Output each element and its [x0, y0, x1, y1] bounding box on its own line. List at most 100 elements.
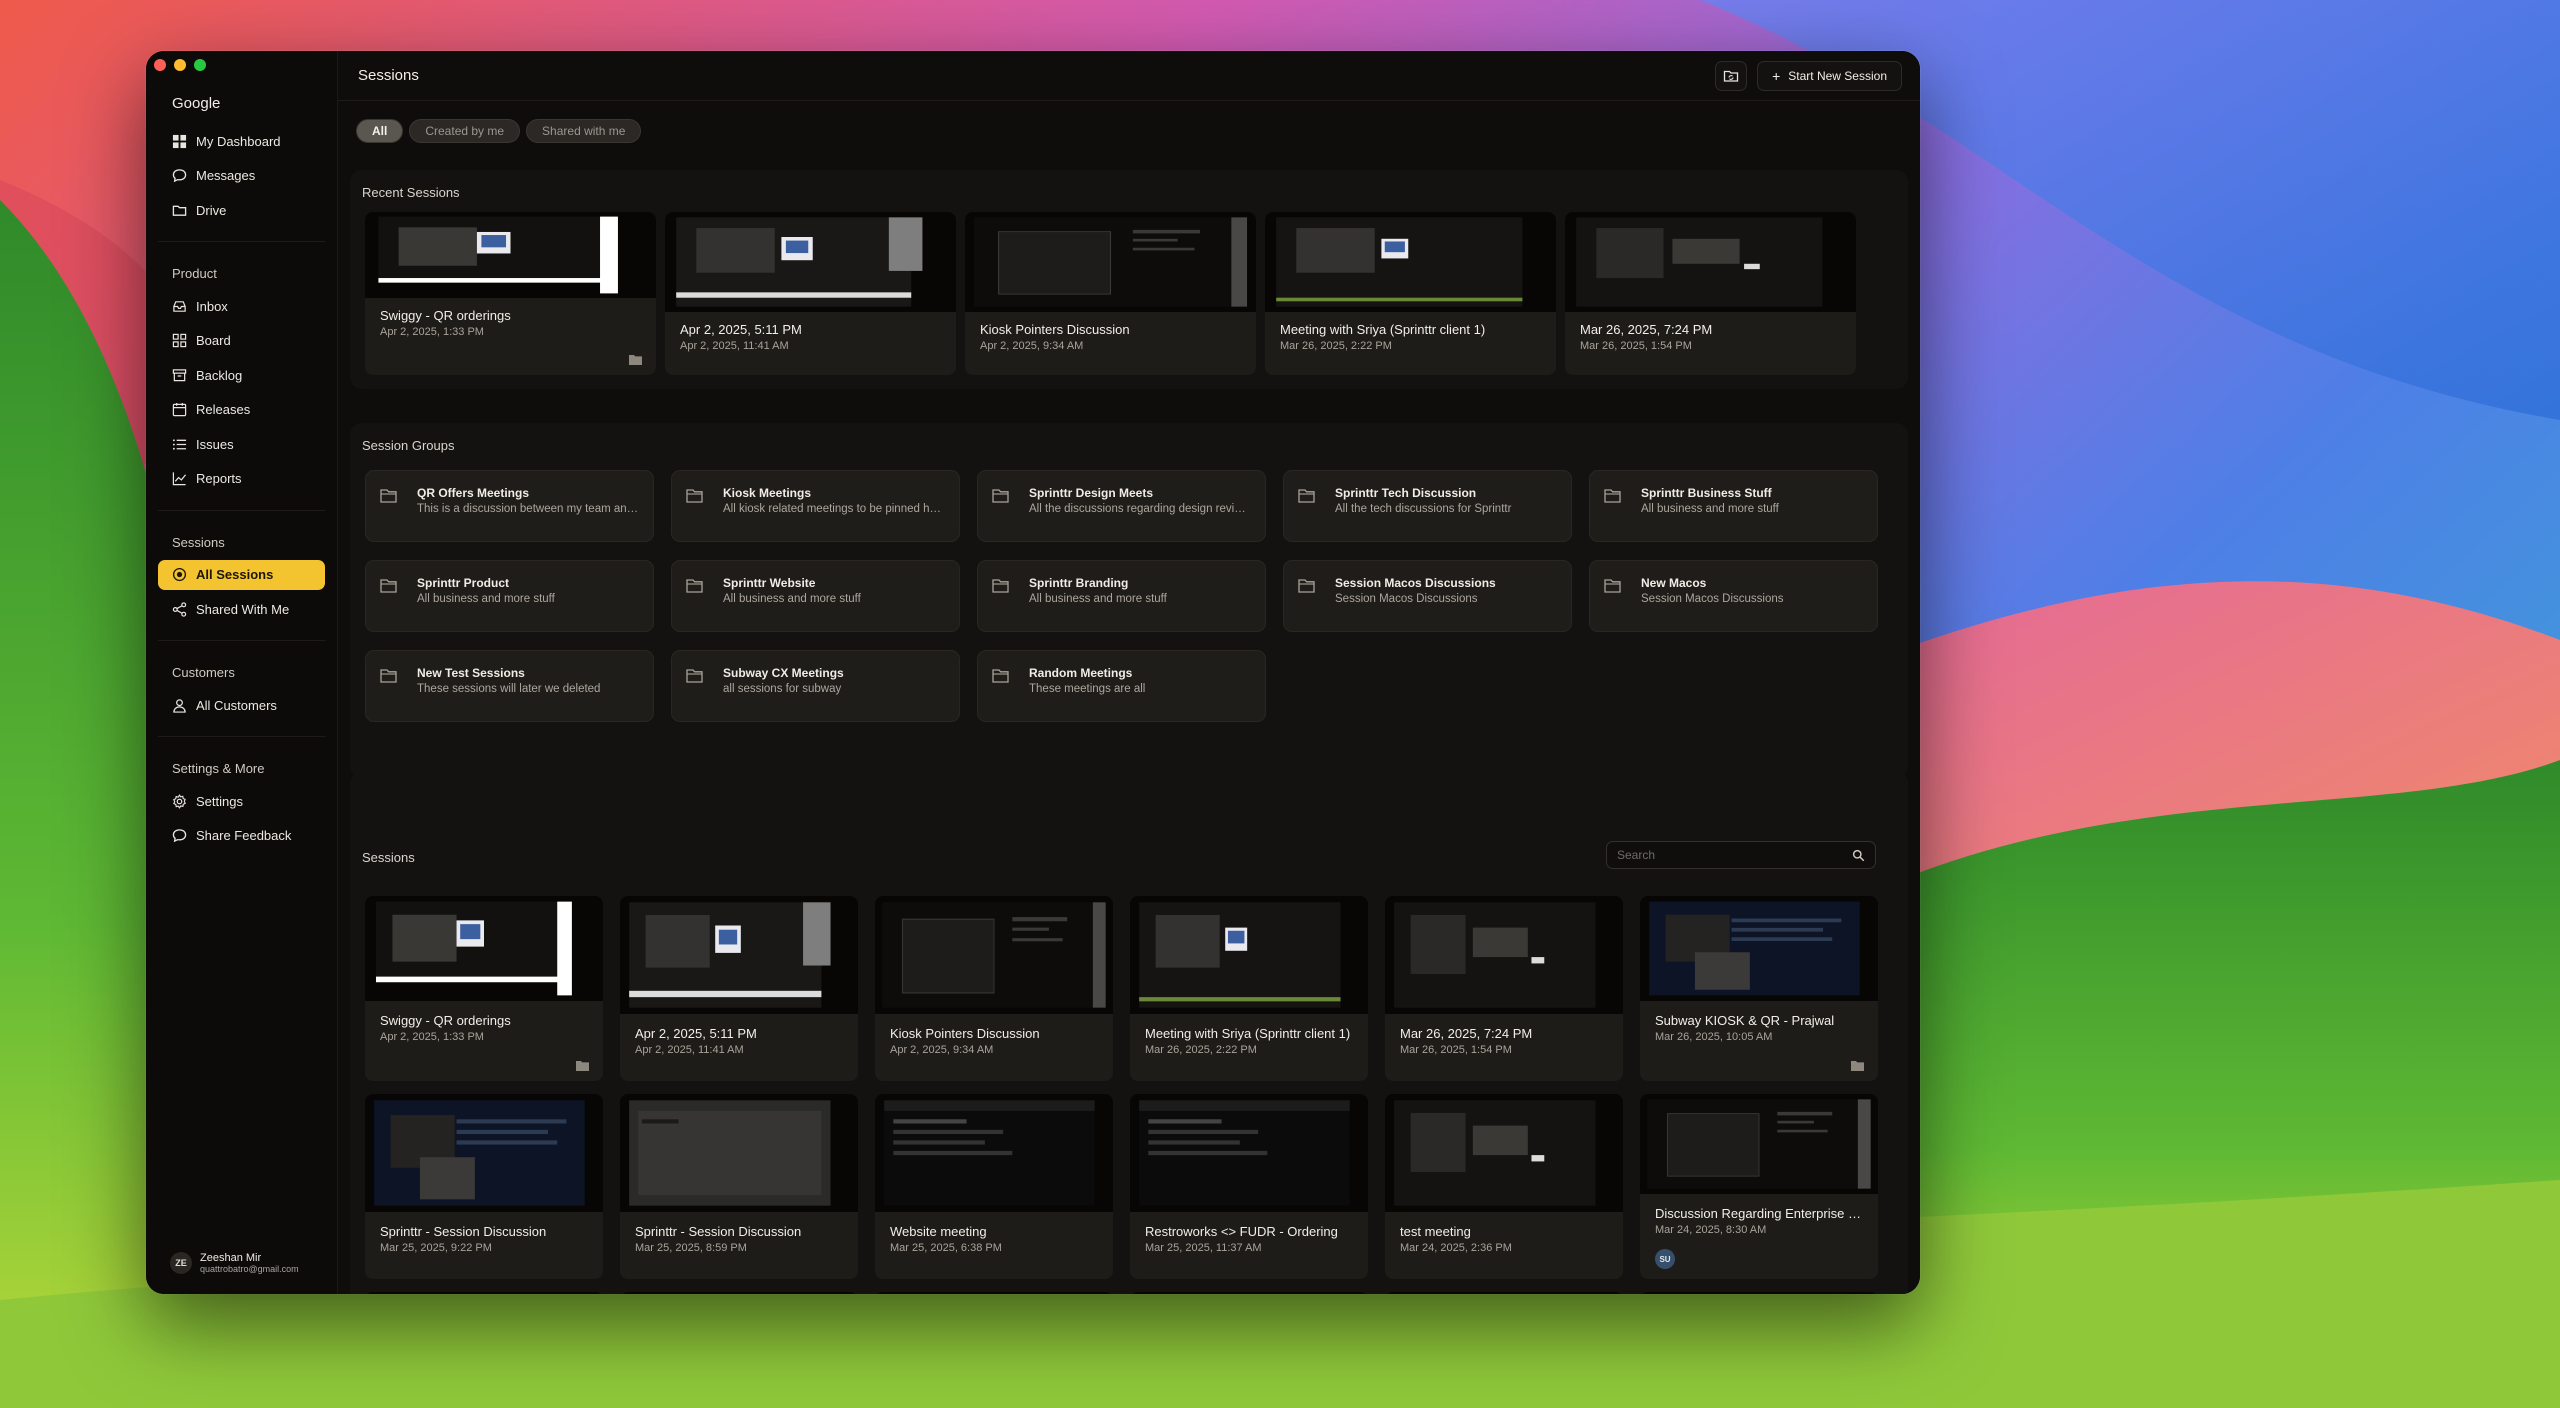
session-card[interactable]: Subway KIOSK & QR - Prajwal Mar 26, 2025,… — [1640, 896, 1878, 1081]
sidebar-item-label: Backlog — [196, 367, 243, 383]
session-title: Apr 2, 2025, 5:11 PM — [635, 1026, 757, 1041]
sidebar-item-label: My Dashboard — [196, 133, 281, 149]
sidebar-item-label: Reports — [196, 471, 242, 486]
sidebar-item-settings[interactable]: Settings — [158, 786, 325, 816]
recent-sessions-title: Recent Sessions — [362, 185, 460, 200]
session-thumbnail — [1265, 212, 1556, 312]
session-date: Apr 2, 2025, 9:34 AM — [890, 1044, 994, 1056]
session-group-card[interactable]: Sprinttr Product All business and more st… — [365, 560, 654, 632]
search-icon — [1852, 849, 1865, 861]
folder-icon — [992, 489, 1009, 503]
session-group-card[interactable]: Session Macos Discussions Session Macos D… — [1283, 560, 1572, 632]
session-group-card[interactable]: Random Meetings These meetings are all — [977, 650, 1266, 722]
filter-all[interactable]: All — [356, 119, 404, 143]
session-card[interactable]: test meeting Mar 24, 2025, 2:36 PM — [1385, 1094, 1623, 1279]
group-name: Sprinttr Business Stuff — [1641, 486, 1772, 500]
sidebar-item-shared-with-me[interactable]: Shared With Me — [158, 594, 325, 624]
session-card[interactable] — [875, 1292, 1113, 1294]
session-group-card[interactable]: New Test Sessions These sessions will lat… — [365, 650, 654, 722]
session-date: Mar 25, 2025, 9:22 PM — [380, 1242, 492, 1254]
session-card[interactable]: Restroworks <> FUDR - Ordering Mar 25, 20… — [1130, 1094, 1368, 1279]
sidebar-item-inbox[interactable]: Inbox — [158, 291, 325, 321]
session-card[interactable]: Mar 26, 2025, 7:24 PM Mar 26, 2025, 1:54 … — [1385, 896, 1623, 1081]
group-description: All kiosk related meetings to be pinned … — [723, 503, 945, 515]
sidebar-item-releases[interactable]: Releases — [158, 395, 325, 425]
group-description: all sessions for subway — [723, 683, 842, 695]
recent-session-card[interactable]: Apr 2, 2025, 5:11 PM Apr 2, 2025, 11:41 A… — [665, 212, 956, 375]
search-input[interactable] — [1617, 848, 1817, 862]
session-group-card[interactable]: Sprinttr Tech Discussion All the tech dis… — [1283, 470, 1572, 542]
session-group-card[interactable]: Subway CX Meetings all sessions for subwa… — [671, 650, 960, 722]
session-date: Apr 2, 2025, 9:34 AM — [980, 340, 1084, 352]
session-card[interactable]: Website meeting Mar 25, 2025, 6:38 PM — [875, 1094, 1113, 1279]
close-window-button[interactable] — [154, 59, 166, 71]
session-card[interactable]: Apr 2, 2025, 5:11 PM Apr 2, 2025, 11:41 A… — [620, 896, 858, 1081]
session-card[interactable] — [1385, 1292, 1623, 1294]
section-title-customers: Customers — [172, 665, 235, 680]
session-group-card[interactable]: Kiosk Meetings All kiosk related meetings… — [671, 470, 960, 542]
session-card[interactable]: Sprinttr - Session Discussion Mar 25, 202… — [365, 1094, 603, 1279]
sidebar-item-board[interactable]: Board — [158, 326, 325, 356]
session-card[interactable] — [1130, 1292, 1368, 1294]
session-card[interactable]: Sprinttr - Session Discussion Mar 25, 202… — [620, 1094, 858, 1279]
session-thumbnail — [1565, 212, 1856, 312]
session-card[interactable]: Discussion Regarding Enterprise Sales Mar… — [1640, 1094, 1878, 1279]
sidebar-item-all-customers[interactable]: All Customers — [158, 690, 325, 720]
session-date: Mar 25, 2025, 11:37 AM — [1145, 1242, 1262, 1254]
sidebar-item-all-sessions[interactable]: All Sessions — [158, 559, 325, 590]
session-card[interactable]: Kiosk Pointers Discussion Apr 2, 2025, 9:… — [875, 896, 1113, 1081]
recent-session-card[interactable]: Mar 26, 2025, 7:24 PM Mar 26, 2025, 1:54 … — [1565, 212, 1856, 375]
session-thumbnail — [365, 1292, 603, 1294]
sidebar-item-messages[interactable]: Messages — [158, 161, 325, 191]
recent-session-card[interactable]: Swiggy - QR orderings Apr 2, 2025, 1:33 P… — [365, 212, 656, 375]
sidebar-item-dashboard[interactable]: My Dashboard — [158, 126, 325, 156]
session-card[interactable]: Meeting with Sriya (Sprinttr client 1) Ma… — [1130, 896, 1368, 1081]
sidebar-item-label: Releases — [196, 402, 251, 417]
session-card[interactable] — [620, 1292, 858, 1294]
session-title: Kiosk Pointers Discussion — [980, 322, 1130, 337]
recent-session-card[interactable]: Meeting with Sriya (Sprinttr client 1) Ma… — [1265, 212, 1556, 375]
session-group-card[interactable]: Sprinttr Branding All business and more s… — [977, 560, 1266, 632]
sidebar-item-issues[interactable]: Issues — [158, 429, 325, 459]
sidebar-item-label: Drive — [196, 202, 227, 218]
filter-created-by-me[interactable]: Created by me — [409, 119, 521, 143]
session-card[interactable]: Swiggy - QR orderings Apr 2, 2025, 1:33 P… — [365, 896, 603, 1081]
group-name: Subway CX Meetings — [723, 666, 844, 680]
search-box[interactable] — [1606, 841, 1876, 869]
zoom-window-button[interactable] — [194, 59, 206, 71]
sidebar-item-backlog[interactable]: Backlog — [158, 360, 325, 390]
session-group-card[interactable]: QR Offers Meetings This is a discussion b… — [365, 470, 654, 542]
session-group-card[interactable]: New Macos Session Macos Discussions — [1589, 560, 1878, 632]
sidebar-item-label: Shared With Me — [196, 601, 290, 617]
user-profile[interactable]: ZE Zeeshan Mir quattrobatro@gmail.com — [170, 1252, 299, 1274]
start-new-session-label: Start New Session — [1788, 68, 1887, 83]
folder-icon — [686, 579, 703, 593]
sidebar-divider — [158, 640, 325, 641]
plus-icon: + — [1772, 67, 1781, 84]
sidebar-item-drive[interactable]: Drive — [158, 195, 325, 225]
group-name: New Macos — [1641, 576, 1707, 590]
sidebar-divider — [158, 736, 325, 737]
folder-action-button[interactable] — [1715, 60, 1748, 91]
session-group-card[interactable]: Sprinttr Business Stuff All business and … — [1589, 470, 1878, 542]
recent-session-card[interactable]: Kiosk Pointers Discussion Apr 2, 2025, 9:… — [965, 212, 1256, 375]
page-title: Sessions — [358, 67, 419, 84]
session-thumbnail — [1385, 1292, 1623, 1294]
start-new-session-button[interactable]: + Start New Session — [1757, 60, 1902, 91]
session-group-card[interactable]: Sprinttr Design Meets All the discussions… — [977, 470, 1266, 542]
folder-icon — [576, 1061, 589, 1071]
session-group-card[interactable]: Sprinttr Website All business and more st… — [671, 560, 960, 632]
main-content: Sessions + Start New Session All Created… — [338, 51, 1920, 1294]
sessions-panel: Sessions Swiggy - QR orderings Apr 2, 202… — [350, 771, 1908, 1294]
session-card[interactable] — [365, 1292, 603, 1294]
folder-icon — [380, 669, 397, 683]
group-description: These meetings are all — [1029, 683, 1146, 695]
minimize-window-button[interactable] — [174, 59, 186, 71]
sidebar-item-reports[interactable]: Reports — [158, 464, 325, 494]
session-thumbnail — [1385, 896, 1623, 1014]
sidebar-item-share-feedback[interactable]: Share Feedback — [158, 821, 325, 851]
session-card[interactable] — [1640, 1292, 1878, 1294]
message-icon — [172, 169, 187, 183]
group-description: All the discussions regarding design rev… — [1029, 503, 1251, 515]
filter-shared-with-me[interactable]: Shared with me — [526, 119, 642, 143]
